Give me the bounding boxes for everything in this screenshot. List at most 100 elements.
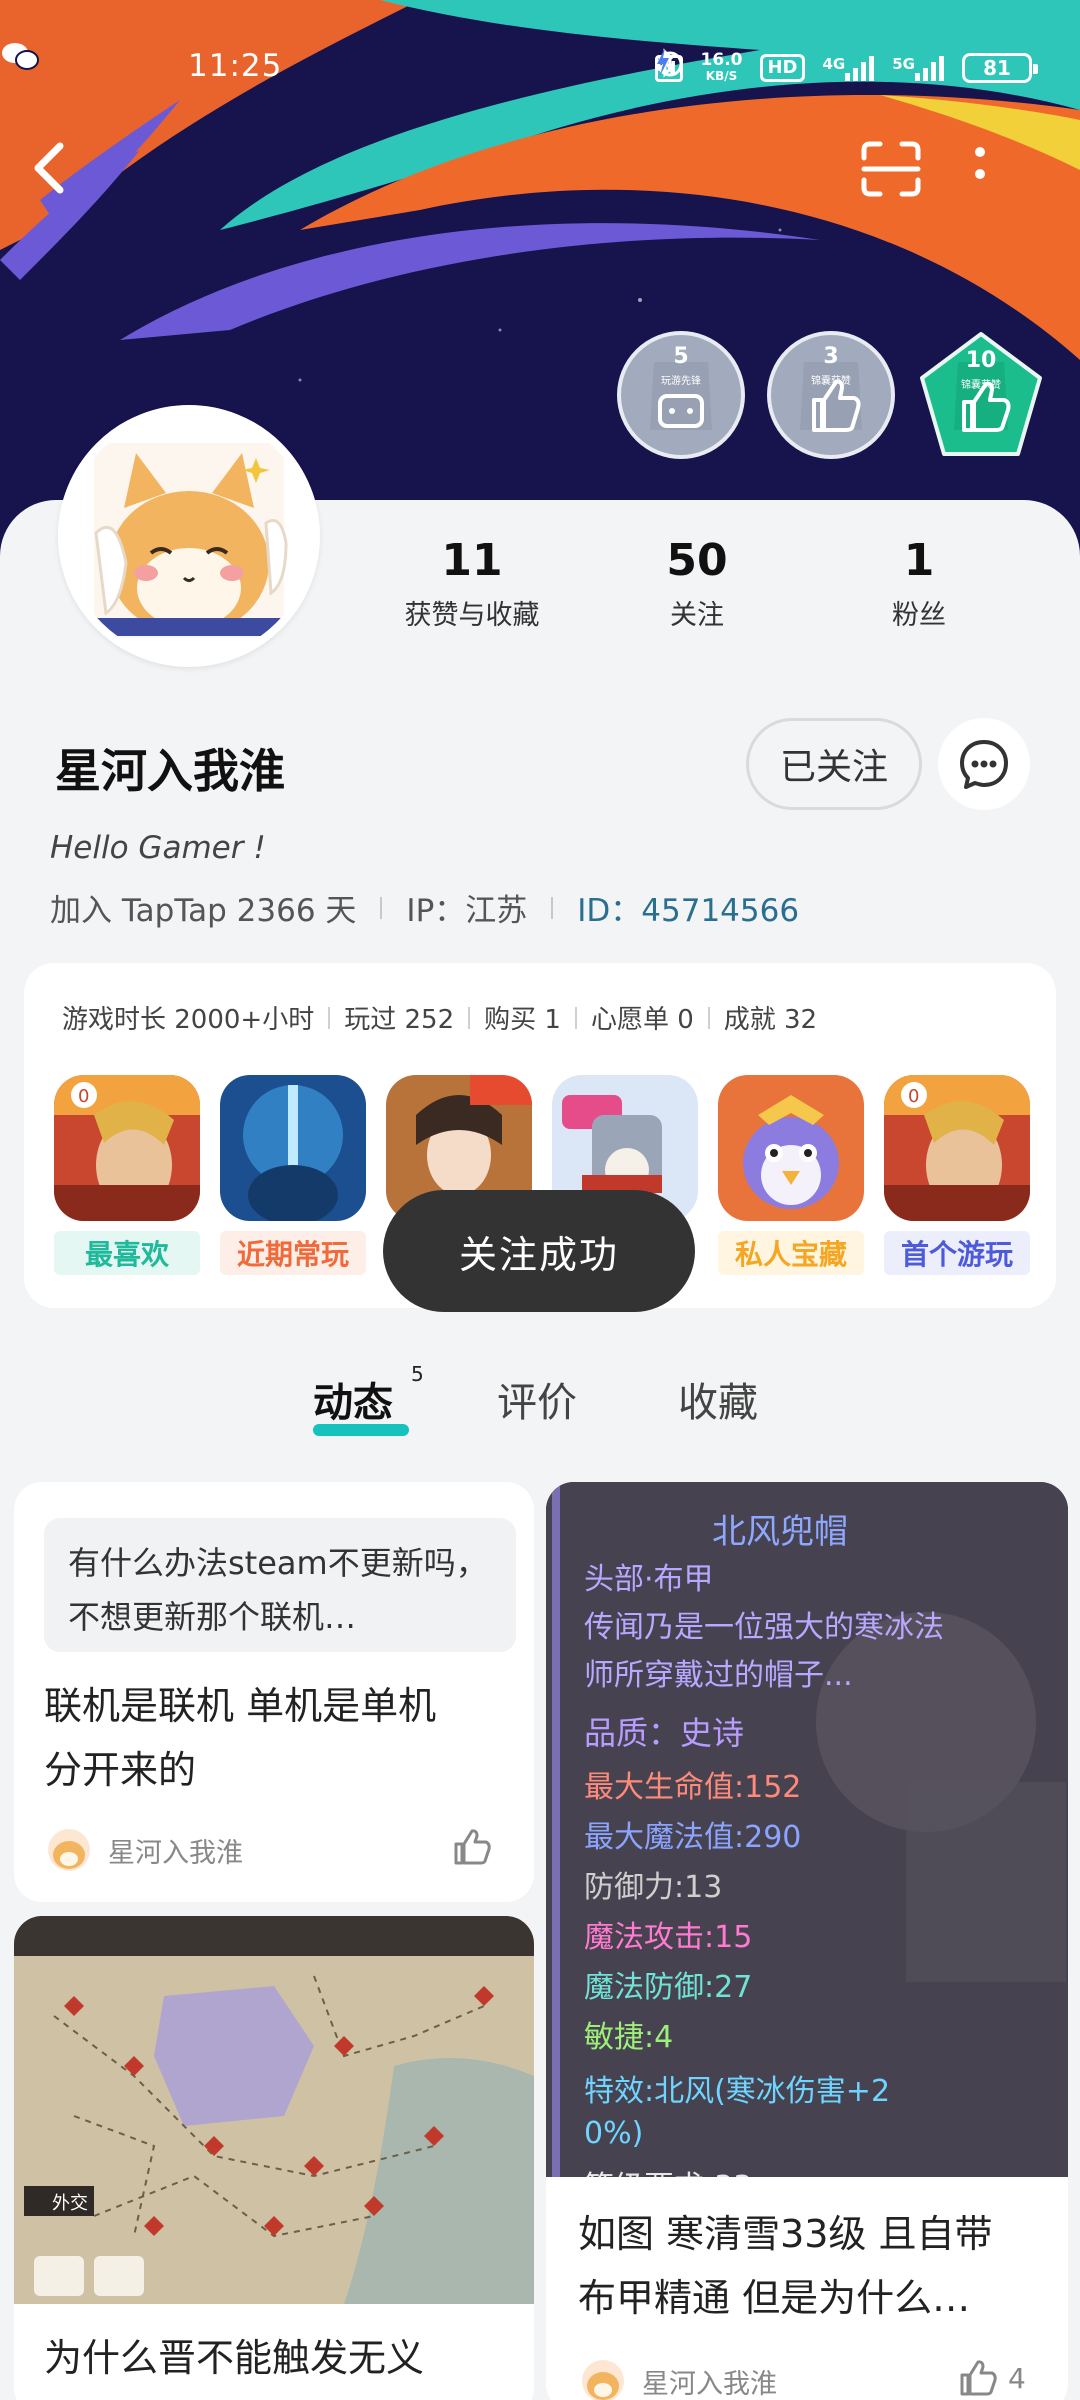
- badge-caption: 锦囊获赞: [961, 380, 1001, 391]
- tab-favorites[interactable]: 收藏: [678, 1370, 758, 1428]
- author-name: 星河入我淮: [108, 1837, 243, 1869]
- user-id[interactable]: ID：45714566: [577, 885, 799, 930]
- signal-5g: 5G: [892, 55, 944, 81]
- shot-line: 北风兜帽: [712, 1512, 848, 1552]
- game-item-favorite[interactable]: 0 最喜欢: [54, 1075, 200, 1275]
- post-card[interactable]: 北风兜帽 头部·布甲 传闻乃是一位强大的寒冰法 师所穿戴过的帽子... 品质：史…: [546, 1482, 1068, 2400]
- back-button[interactable]: [30, 140, 110, 220]
- signal-5g-label: 5G: [892, 55, 915, 73]
- badge-count: 5: [673, 344, 689, 369]
- shot-line: 魔法防御:27: [584, 1970, 753, 2005]
- shot-line: 防御力:13: [584, 1870, 723, 1905]
- profile-meta: 加入 TapTap 2366 天 IP：江苏 ID：45714566: [50, 885, 799, 930]
- net-speed-value: 16.0: [700, 50, 743, 70]
- avatar[interactable]: [58, 405, 320, 667]
- author-avatar: [48, 1829, 90, 1871]
- shot-line: 等级要求:33: [584, 2162, 752, 2177]
- wishlist-count: 心愿单 0: [590, 1005, 694, 1035]
- shot-line: 头部·布甲: [584, 1562, 714, 1597]
- post-title-line: 如图 寒清雪33级 且自带: [578, 2212, 993, 2256]
- tab-reviews[interactable]: 评价: [497, 1370, 577, 1428]
- shot-line: 最大生命值:152: [584, 1770, 802, 1805]
- signal-4g-label: 4G: [822, 55, 846, 73]
- post-card[interactable]: 有什么办法steam不更新吗，不想更新那个联机… 联机是联机 单机是单机 分开来…: [14, 1482, 534, 1902]
- shot-line: 特效:北风(寒冰伤害+2: [584, 2074, 891, 2109]
- shot-line: 最大魔法值:290: [584, 1820, 802, 1855]
- stat-followers[interactable]: 1 粉丝: [819, 535, 1019, 632]
- post-title-line: 分开来的: [44, 1748, 197, 1792]
- bought-count: 购买 1: [484, 1005, 561, 1035]
- badge-2[interactable]: 10 锦囊获赞: [916, 330, 1046, 460]
- played-count: 玩过 252: [344, 1005, 455, 1035]
- badge-0[interactable]: 5 玩游先锋: [616, 330, 746, 460]
- tab-activity[interactable]: 动态 5: [313, 1362, 424, 1428]
- divider: [468, 1006, 471, 1029]
- shot-line: 品质：史诗: [584, 1714, 745, 1752]
- stat-likes[interactable]: 11 获赞与收藏: [372, 535, 572, 632]
- badge-caption: 锦囊获赞: [811, 376, 851, 387]
- game-item-first[interactable]: 0 首个游玩: [884, 1075, 1030, 1275]
- games-stats: 游戏时长 2000+小时 玩过 252 购买 1 心愿单 0 成就 32: [62, 999, 817, 1036]
- post-title-line: 联机是联机 单机是单机: [44, 1684, 437, 1728]
- stat-value: 1: [903, 535, 935, 586]
- status-time: 11:25: [188, 48, 283, 84]
- tab-count: 5: [411, 1362, 424, 1386]
- svg-text:0: 0: [908, 1086, 919, 1107]
- stat-label: 粉丝: [892, 600, 946, 631]
- strategy-map-screenshot: [14, 1916, 534, 2304]
- game-icon: [220, 1075, 366, 1221]
- shot-line: 师所穿戴过的帽子...: [584, 1658, 853, 1693]
- penguin-game-image: [718, 1075, 864, 1221]
- post-title: 为什么晋不能触发无义: [44, 2326, 524, 2390]
- badge-1[interactable]: 3 锦囊获赞: [766, 330, 896, 460]
- post-card[interactable]: 外交 为什么晋不能触发无义: [14, 1916, 534, 2400]
- message-button[interactable]: [938, 718, 1030, 810]
- tab-label: 动态: [313, 1380, 393, 1426]
- status-icons: N 16.0 KB/S HD 4G 5G 81: [655, 48, 1038, 88]
- like-button[interactable]: 4: [958, 2358, 1026, 2398]
- shot-line: 传闻乃是一位强大的寒冰法: [584, 1610, 944, 1645]
- following-button[interactable]: 已关注: [746, 718, 922, 810]
- author-avatar: [582, 2360, 624, 2400]
- wechat-icon: [2, 43, 39, 70]
- post-image: 北风兜帽 头部·布甲 传闻乃是一位强大的寒冰法 师所穿戴过的帽子... 品质：史…: [546, 1482, 1068, 2177]
- author-name: 星河入我淮: [642, 2368, 777, 2400]
- divider: [328, 1006, 331, 1029]
- profile-tabs: 动态 5 评价 收藏: [0, 1362, 1080, 1450]
- post-quote: 有什么办法steam不更新吗，不想更新那个联机…: [44, 1518, 516, 1652]
- signal-4g: 4G: [823, 55, 875, 81]
- post-title: 如图 寒清雪33级 且自带 布甲精通 但是为什么…: [578, 2202, 1048, 2330]
- game-tag: 首个游玩: [884, 1231, 1030, 1275]
- shiba-avatar-image: [66, 413, 312, 659]
- game-item-treasure[interactable]: 私人宝藏: [718, 1075, 864, 1275]
- more-button[interactable]: [970, 140, 1050, 220]
- post-title-line: 布甲精通 但是为什么…: [578, 2276, 971, 2320]
- stat-label: 关注: [670, 600, 724, 631]
- hero-portrait-image: 0: [54, 1075, 200, 1221]
- stat-following[interactable]: 50 关注: [597, 535, 797, 632]
- like-button[interactable]: [452, 1827, 492, 1867]
- like-count: 4: [1008, 2361, 1026, 2395]
- hd-badge: HD: [760, 54, 805, 82]
- game-tag: 最喜欢: [54, 1231, 200, 1275]
- game-icon: 0: [54, 1075, 200, 1221]
- game-icon: 0: [884, 1075, 1030, 1221]
- shot-line: 敏捷:4: [584, 2020, 674, 2055]
- battery-level: 81: [983, 56, 1011, 80]
- post-author[interactable]: 星河入我淮: [582, 2360, 777, 2400]
- post-title: 联机是联机 单机是单机 分开来的: [44, 1674, 514, 1802]
- scan-button[interactable]: [860, 140, 940, 220]
- status-bar: 11:25 N 16.0 KB/S HD 4G 5G 81: [0, 40, 1080, 96]
- shot-line: 魔法攻击:15: [584, 1920, 753, 1955]
- battery-indicator: 81: [962, 53, 1038, 83]
- hero-portrait-image: 0: [884, 1075, 1030, 1221]
- divider: [380, 896, 383, 919]
- game-item-recent[interactable]: 近期常玩: [220, 1075, 366, 1275]
- stat-value: 11: [441, 535, 503, 586]
- post-author[interactable]: 星河入我淮: [48, 1829, 243, 1871]
- post-title-line: 为什么晋不能触发无义: [44, 2336, 425, 2380]
- charging-icon: [657, 48, 670, 76]
- map-label: 外交: [52, 2193, 88, 2214]
- divider: [707, 1006, 710, 1029]
- shot-line: 0%): [584, 2116, 644, 2151]
